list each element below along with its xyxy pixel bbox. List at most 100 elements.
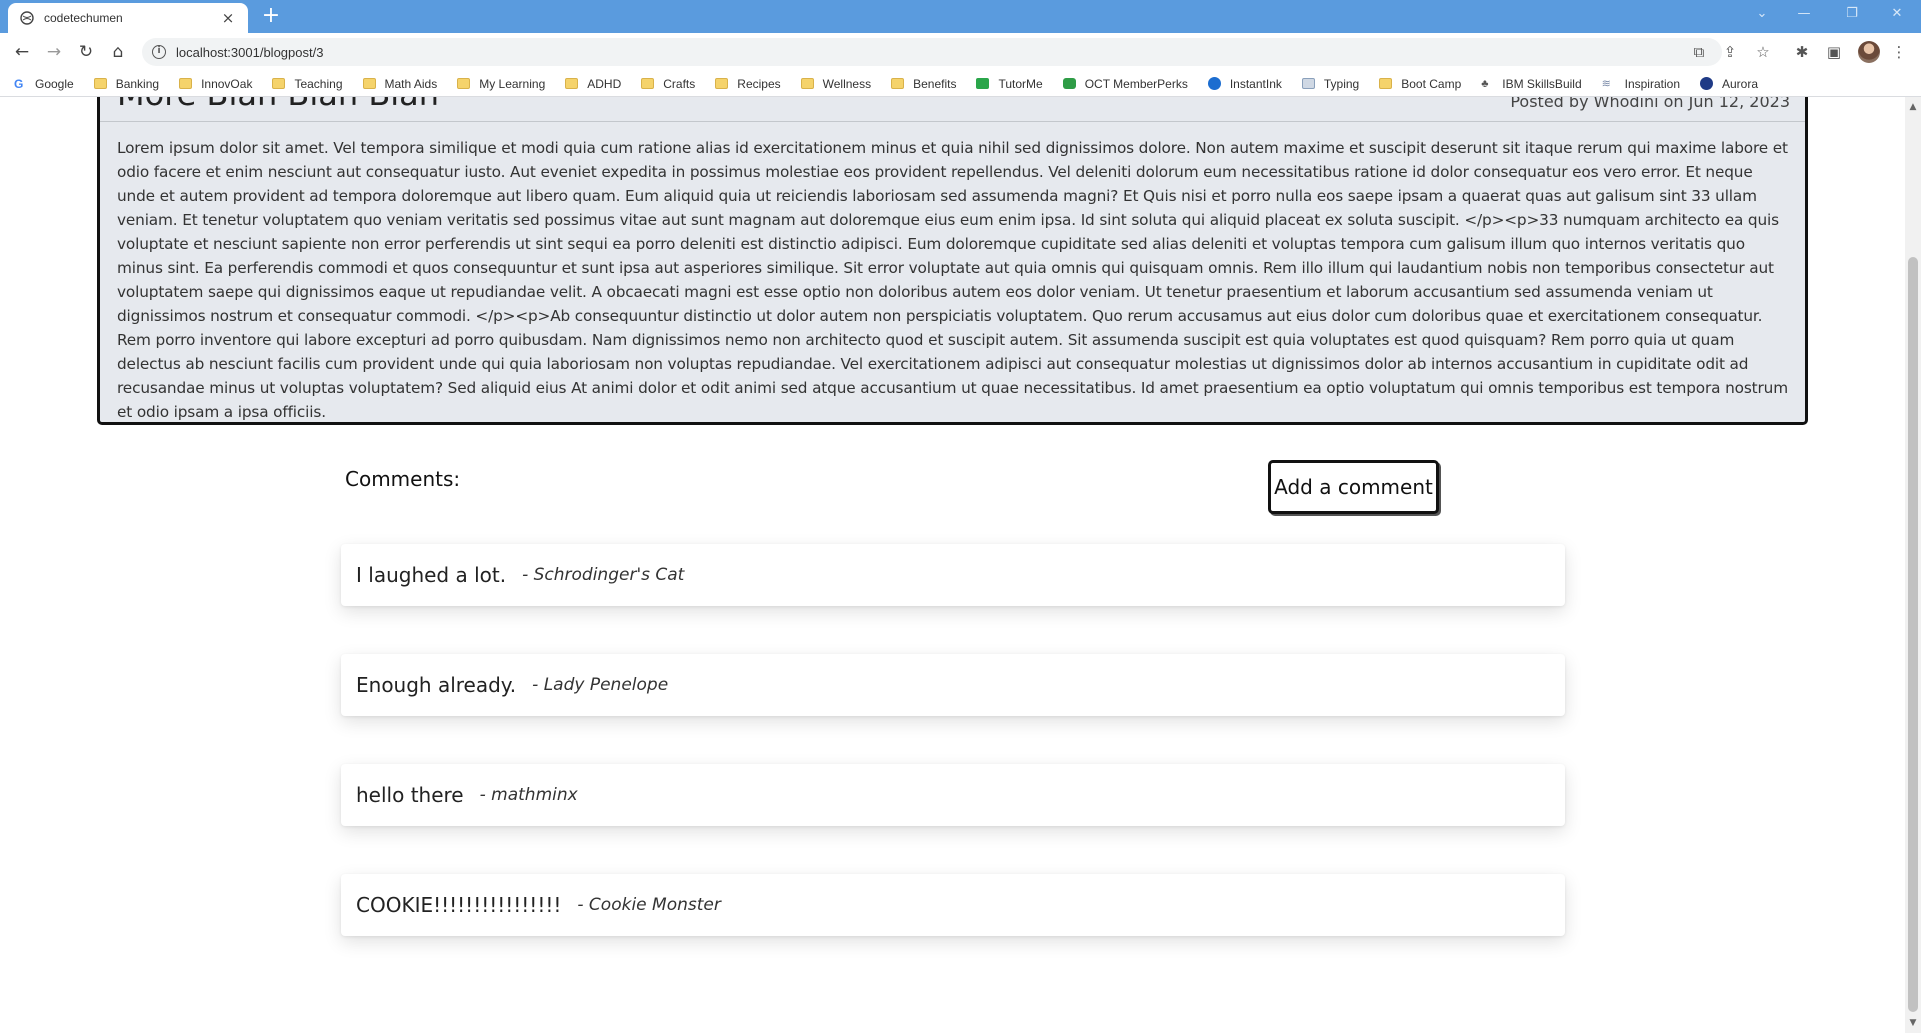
bookmark-label: Boot Camp — [1401, 76, 1462, 91]
bookmark-label: ADHD — [587, 76, 622, 91]
bookmark-item[interactable]: OCT MemberPerks — [1062, 76, 1188, 91]
browser-tab[interactable]: codetechumen × — [8, 3, 248, 33]
bookmark-item[interactable]: Typing — [1301, 76, 1360, 91]
forward-icon[interactable]: → — [43, 41, 65, 63]
scroll-down-arrow-icon[interactable]: ▼ — [1905, 1017, 1921, 1029]
site-info-icon[interactable]: i — [152, 45, 166, 59]
comment-text: COOKIE!!!!!!!!!!!!!!!! — [356, 893, 562, 917]
address-bar[interactable]: i localhost:3001/blogpost/3 — [142, 38, 1722, 66]
bookmark-label: IBM SkillsBuild — [1502, 76, 1582, 91]
open-in-app-icon[interactable]: ⧉ — [1688, 41, 1710, 63]
bookmark-label: TutorMe — [998, 76, 1043, 91]
window-close-icon[interactable]: ✕ — [1885, 5, 1909, 23]
post-title: More Blah Blah Blah — [117, 97, 439, 113]
bookmark-item[interactable]: TutorMe — [976, 76, 1043, 91]
folder-icon — [565, 78, 579, 89]
comment-author: - Cookie Monster — [577, 895, 721, 915]
url-text[interactable]: localhost:3001/blogpost/3 — [176, 45, 323, 60]
globe-icon — [20, 11, 34, 25]
comment-author: - mathminx — [479, 785, 578, 805]
reload-icon[interactable]: ↻ — [75, 41, 97, 63]
bookmark-label: InstantInk — [1229, 76, 1282, 91]
comment-author: - Lady Penelope — [532, 675, 669, 695]
folder-icon — [1379, 78, 1393, 89]
ibm-icon: ♣ — [1481, 77, 1489, 90]
extensions-icon[interactable]: ✱ — [1791, 41, 1813, 63]
browser-toolbar: ← → ↻ ⌂ i localhost:3001/blogpost/3 ⧉ ⇪ … — [0, 33, 1921, 71]
hp-icon — [1207, 77, 1221, 90]
bookmark-label: Recipes — [737, 76, 781, 91]
scroll-up-arrow-icon[interactable]: ▲ — [1905, 101, 1921, 113]
bookmark-label: Math Aids — [384, 76, 438, 91]
profile-avatar[interactable] — [1858, 41, 1880, 63]
comment-card: Enough already. - Lady Penelope — [341, 654, 1565, 716]
bookmark-item[interactable]: Aurora — [1700, 77, 1758, 91]
page-content: More Blah Blah Blah Posted by Whodini on… — [0, 97, 1905, 1033]
comment-card: hello there - mathminx — [341, 764, 1565, 826]
close-tab-icon[interactable]: × — [220, 10, 236, 26]
side-panel-icon[interactable]: ▣ — [1823, 41, 1845, 63]
folder-icon — [891, 78, 905, 89]
menu-icon[interactable]: ⋮ — [1888, 41, 1910, 63]
bookmark-item[interactable]: Banking — [93, 76, 160, 91]
minimize-icon[interactable]: — — [1792, 5, 1816, 23]
bookmark-item[interactable]: Crafts — [641, 77, 695, 91]
bookmark-item[interactable]: Wellness — [800, 76, 872, 91]
bookmark-item[interactable]: G Google — [14, 77, 74, 91]
tab-strip: codetechumen × + ⌄ — ❐ ✕ — [0, 0, 1921, 33]
folder-icon — [715, 78, 729, 89]
post-meta: Posted by Whodini on Jun 12, 2023 — [1510, 97, 1790, 111]
folder-icon — [93, 78, 107, 89]
bookmark-item[interactable]: My Learning — [457, 77, 545, 91]
home-icon[interactable]: ⌂ — [107, 41, 129, 63]
scroll-thumb[interactable] — [1908, 257, 1918, 1012]
bookmark-label: OCT MemberPerks — [1084, 76, 1188, 91]
bookmark-label: Wellness — [822, 76, 872, 91]
oct-icon — [1062, 78, 1076, 89]
bookmark-label: Teaching — [294, 76, 343, 91]
blog-post-card: More Blah Blah Blah Posted by Whodini on… — [97, 97, 1808, 425]
bookmark-item[interactable]: InstantInk — [1207, 76, 1282, 91]
bookmark-label: Inspiration — [1624, 76, 1680, 91]
typing-icon — [1301, 78, 1315, 89]
folder-icon — [641, 78, 655, 89]
bookmark-item[interactable]: InnovOak — [179, 77, 252, 91]
bookmark-label: My Learning — [479, 76, 546, 91]
share-icon[interactable]: ⇪ — [1719, 41, 1741, 63]
bookmark-item[interactable]: ADHD — [565, 77, 621, 91]
comment-card: I laughed a lot. - Schrodinger's Cat — [341, 544, 1565, 606]
comments-heading: Comments: — [345, 467, 461, 491]
post-header: More Blah Blah Blah Posted by Whodini on… — [100, 97, 1805, 122]
bookmark-label: Aurora — [1722, 76, 1759, 91]
bookmark-label: Banking — [115, 76, 160, 91]
comment-text: hello there — [356, 783, 464, 807]
aurora-icon — [1700, 77, 1713, 90]
restore-icon[interactable]: ❐ — [1840, 5, 1864, 23]
bookmark-item[interactable]: Boot Camp — [1379, 77, 1461, 91]
bookmark-item[interactable]: ≋ Inspiration — [1602, 77, 1680, 91]
folder-icon — [362, 78, 376, 89]
comment-card: COOKIE!!!!!!!!!!!!!!!! - Cookie Monster — [341, 874, 1565, 936]
bookmark-item[interactable]: Benefits — [891, 77, 956, 91]
bookmark-label: Typing — [1323, 76, 1360, 91]
bookmark-label: Benefits — [913, 76, 957, 91]
bookmark-item[interactable]: ♣ IBM SkillsBuild — [1481, 77, 1581, 91]
page-scrollbar[interactable]: ▲ ▼ — [1905, 97, 1921, 1033]
tab-search-icon[interactable]: ⌄ — [1750, 5, 1774, 23]
comment-text: I laughed a lot. — [356, 563, 507, 587]
tab-title: codetechumen — [44, 11, 123, 25]
new-tab-button[interactable]: + — [260, 5, 282, 28]
inspiration-icon: ≋ — [1601, 77, 1611, 90]
add-comment-button[interactable]: Add a comment — [1268, 460, 1439, 514]
bookmark-label: Crafts — [663, 76, 696, 91]
comment-author: - Schrodinger's Cat — [522, 565, 685, 585]
folder-icon — [457, 78, 471, 89]
back-icon[interactable]: ← — [11, 41, 33, 63]
bookmark-star-icon[interactable]: ☆ — [1752, 41, 1774, 63]
post-body: Lorem ipsum dolor sit amet. Vel tempora … — [117, 139, 1788, 421]
bookmark-item[interactable]: Teaching — [272, 76, 343, 91]
bookmark-item[interactable]: Recipes — [715, 76, 781, 91]
bookmarks-bar: G Google Banking InnovOak Teaching Math Aids M… — [0, 71, 1921, 97]
bookmark-item[interactable]: Math Aids — [362, 76, 438, 91]
folder-icon — [800, 78, 814, 89]
